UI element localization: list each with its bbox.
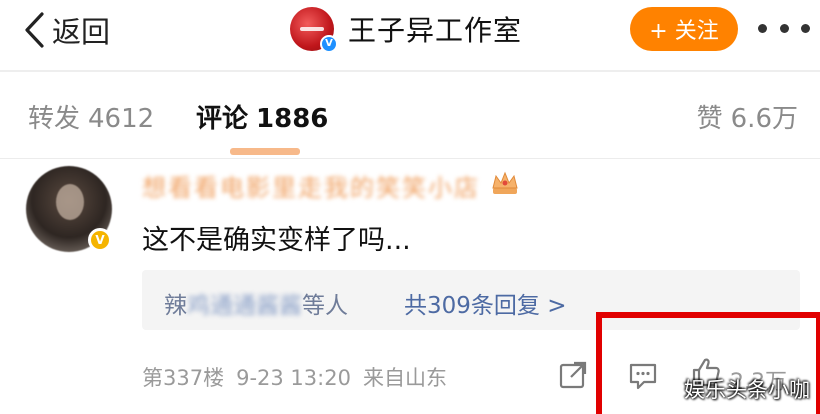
crown-badge-icon	[492, 171, 518, 194]
account-avatar[interactable]: V	[290, 7, 338, 53]
follow-button[interactable]: + 关注	[630, 7, 738, 51]
back-label: 返回	[52, 15, 111, 49]
tab-reposts-count: 4612	[88, 104, 155, 134]
tab-likes-count: 6.6万	[730, 104, 798, 134]
top-bar: 返回 V 王子异工作室 + 关注	[0, 0, 820, 66]
replies-preview[interactable]: 辣鸡通通酱酱等人 共309条回复 >	[142, 270, 800, 330]
active-tab-indicator	[230, 148, 300, 155]
comment-time: 9-23 13:20	[236, 366, 351, 390]
floor-number: 第337楼	[142, 366, 225, 390]
tab-comments-label: 评论	[196, 104, 249, 134]
replier-name-prefix: 辣	[164, 293, 187, 319]
tab-likes[interactable]: 赞 6.6万	[697, 98, 798, 135]
divider	[0, 158, 820, 159]
chevron-left-icon	[25, 12, 44, 48]
divider	[0, 70, 820, 72]
replies-names: 辣鸡通通酱酱等人	[164, 286, 348, 320]
account-name[interactable]: 王子异工作室	[348, 9, 522, 49]
comment-source: 来自山东	[362, 366, 447, 390]
verified-gold-badge-icon: V	[88, 228, 112, 252]
tab-reposts-label: 转发	[28, 104, 81, 134]
watermark: 娱乐头条小咖	[684, 378, 810, 402]
tab-reposts[interactable]: 转发 4612	[28, 98, 154, 135]
account-header[interactable]: V 王子异工作室	[290, 6, 522, 53]
back-button[interactable]: 返回	[22, 10, 110, 50]
verified-badge-icon: V	[320, 35, 338, 53]
tab-comments-count: 1886	[256, 104, 329, 134]
tab-comments[interactable]: 评论 1886	[196, 98, 328, 135]
replier-names-blurred: 鸡通通酱酱	[187, 293, 302, 319]
comment-meta: 第337楼 9-23 13:20 来自山东	[142, 362, 459, 392]
replier-names-suffix: 等人	[302, 293, 348, 319]
share-icon[interactable]	[558, 360, 588, 390]
view-replies-link[interactable]: 共309条回复 >	[404, 286, 566, 320]
comment-icon[interactable]	[628, 362, 658, 390]
tab-bar: 转发 4612 评论 1886 赞 6.6万	[0, 88, 820, 148]
tab-likes-label: 赞	[696, 104, 723, 134]
comment-text: 这不是确实变样了吗...	[142, 225, 411, 256]
more-options-icon[interactable]	[758, 18, 810, 38]
commenter-name[interactable]: 想看看电影里走我的笑笑小店	[142, 168, 480, 203]
